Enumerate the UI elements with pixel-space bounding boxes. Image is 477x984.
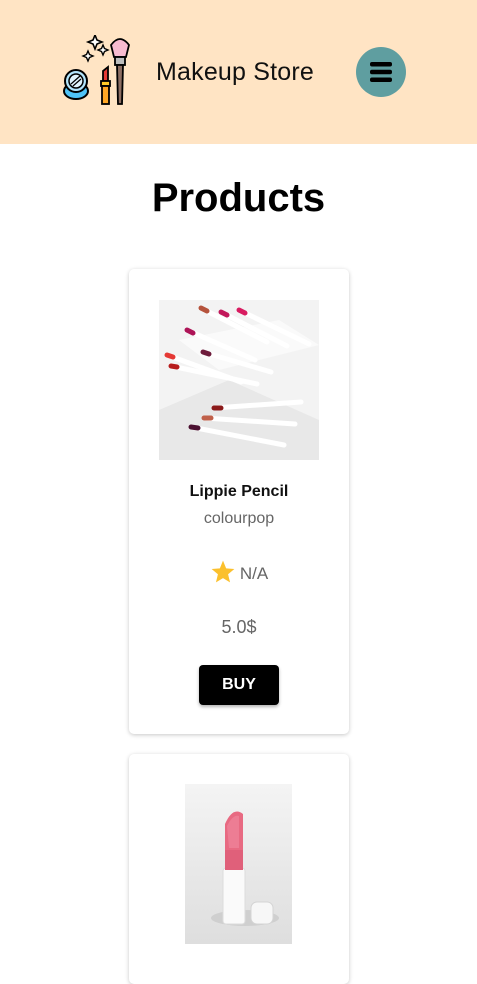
buy-button[interactable]: BUY [199, 665, 279, 705]
product-rating: N/A [129, 559, 349, 585]
makeup-kit-icon[interactable] [62, 32, 134, 107]
product-card: Lippie Pencil colourpop N/A 5.0$ BUY [129, 269, 349, 734]
brand-name[interactable]: Makeup Store [156, 58, 314, 87]
rating-value: N/A [239, 564, 269, 583]
star-icon [211, 560, 235, 583]
hamburger-menu-icon [370, 62, 392, 82]
product-brand: colourpop [203, 510, 275, 527]
header: Makeup Store [0, 0, 477, 144]
product-price: 5.0$ [221, 617, 257, 637]
lipstick-image[interactable] [185, 784, 292, 944]
lip-pencils-image[interactable] [159, 300, 319, 460]
menu-button[interactable] [356, 47, 406, 97]
product-name[interactable]: Lippie Pencil [129, 483, 349, 501]
page-title: Products [151, 176, 326, 220]
product-card [129, 754, 349, 984]
